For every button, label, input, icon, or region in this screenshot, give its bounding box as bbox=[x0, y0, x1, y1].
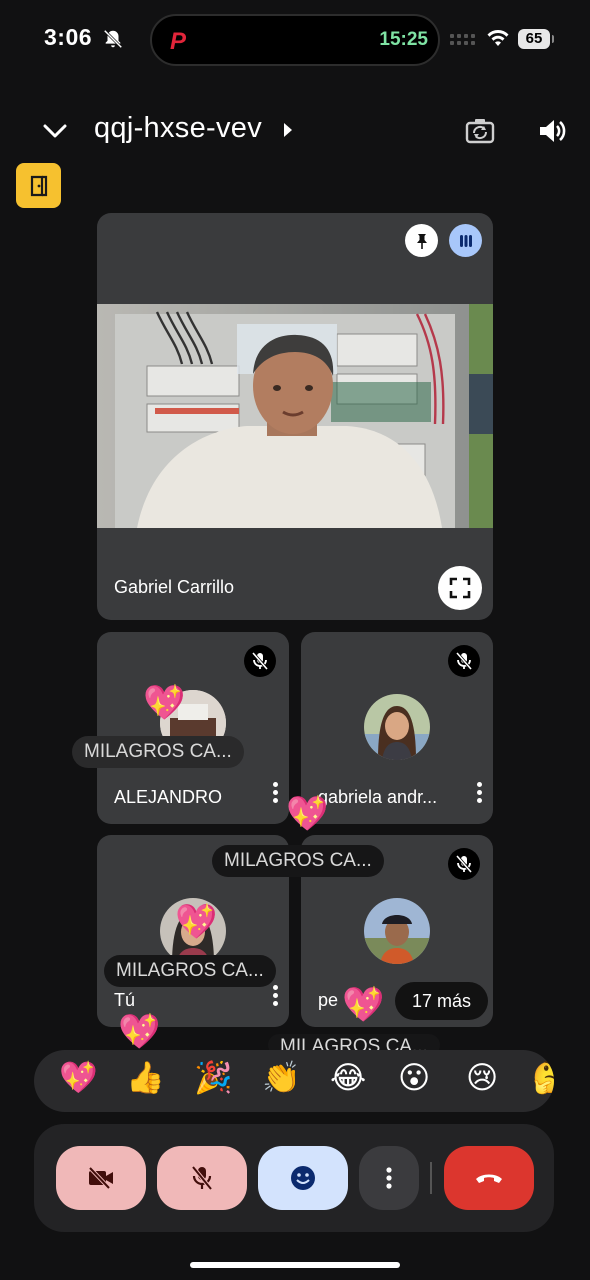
participant-tile[interactable]: ALEJANDRO bbox=[97, 632, 289, 824]
featured-participant-name: Gabriel Carrillo bbox=[114, 577, 235, 597]
island-timer: 15:25 bbox=[379, 29, 428, 50]
participant-video bbox=[97, 304, 493, 528]
hang-up-icon bbox=[476, 1174, 502, 1183]
end-call-button[interactable] bbox=[444, 1146, 534, 1210]
reaction-clapping[interactable]: 👏 bbox=[262, 1062, 301, 1093]
participant-name: gabriela andr... bbox=[318, 787, 438, 807]
reaction-party-popper[interactable]: 🎉 bbox=[194, 1062, 233, 1093]
wifi-icon bbox=[487, 30, 509, 46]
reaction-thinking[interactable]: 🤔 bbox=[532, 1062, 554, 1093]
dynamic-island[interactable]: P 15:25 bbox=[150, 14, 440, 66]
chevron-down-icon[interactable] bbox=[40, 118, 70, 144]
controls-divider bbox=[430, 1162, 432, 1194]
participant-menu-icon[interactable] bbox=[477, 782, 483, 806]
sparkling-heart-reaction: 💖 bbox=[175, 903, 218, 941]
camera-toggle-button[interactable] bbox=[56, 1146, 146, 1210]
fullscreen-button[interactable] bbox=[438, 566, 482, 610]
reaction-laughing[interactable]: 😂 bbox=[330, 1062, 366, 1093]
audio-level-indicator bbox=[449, 224, 482, 257]
mic-off-icon bbox=[455, 652, 473, 670]
speaker-icon[interactable] bbox=[536, 116, 568, 146]
battery-indicator: 65 bbox=[518, 29, 554, 49]
mic-off-indicator bbox=[448, 645, 480, 677]
mic-off-indicator bbox=[448, 848, 480, 880]
sparkling-heart-reaction: 💖 bbox=[143, 684, 186, 722]
mic-off-icon bbox=[251, 652, 269, 670]
pin-button[interactable] bbox=[405, 224, 438, 257]
reaction-sparkling-heart[interactable]: 💖 bbox=[59, 1062, 98, 1093]
sparkling-heart-reaction: 💖 bbox=[286, 795, 329, 833]
more-participants-button[interactable]: 17 más bbox=[395, 982, 488, 1020]
cellular-signal-icon bbox=[450, 34, 475, 38]
room-door-button[interactable] bbox=[16, 163, 61, 208]
status-time: 3:06 bbox=[44, 24, 93, 50]
participant-menu-icon[interactable] bbox=[273, 782, 279, 806]
switch-camera-icon[interactable] bbox=[464, 116, 496, 146]
fullscreen-icon bbox=[449, 577, 471, 599]
mic-toggle-button[interactable] bbox=[157, 1146, 247, 1210]
mic-off-indicator bbox=[244, 645, 276, 677]
mic-off-icon bbox=[455, 855, 473, 873]
door-icon bbox=[30, 175, 47, 196]
pin-icon bbox=[416, 233, 427, 249]
call-controls-bar bbox=[34, 1124, 554, 1232]
participant-avatar bbox=[364, 694, 430, 760]
participant-tile[interactable]: gabriela andr... bbox=[301, 632, 493, 824]
meeting-title[interactable]: qqj-hxse-vev bbox=[94, 112, 262, 145]
participant-menu-icon[interactable] bbox=[273, 985, 279, 1009]
bell-muted-icon bbox=[103, 29, 123, 49]
reaction-sender-label: MILAGROS CA... bbox=[212, 845, 384, 877]
home-indicator[interactable] bbox=[190, 1262, 400, 1268]
mic-off-icon bbox=[191, 1165, 213, 1191]
reaction-picker-bar[interactable]: 💖 👍 🎉 👏 😂 😮 😢 🤔 bbox=[34, 1050, 554, 1112]
reaction-thumbs-up[interactable]: 👍 bbox=[126, 1062, 165, 1093]
participant-name: ALEJANDRO bbox=[114, 787, 223, 807]
emoji-smile-icon bbox=[291, 1166, 315, 1190]
reaction-crying[interactable]: 😢 bbox=[466, 1062, 498, 1093]
more-options-button[interactable] bbox=[359, 1146, 419, 1210]
camera-off-icon bbox=[88, 1166, 113, 1190]
sparkling-heart-reaction: 💖 bbox=[342, 986, 385, 1024]
reaction-surprised[interactable]: 😮 bbox=[398, 1062, 430, 1093]
reaction-sender-label: MILAGROS CA... bbox=[72, 736, 244, 768]
reactions-button[interactable] bbox=[258, 1146, 348, 1210]
caret-right-icon[interactable] bbox=[284, 123, 292, 137]
more-vert-icon bbox=[386, 1167, 392, 1189]
participant-avatar bbox=[364, 898, 430, 964]
sparkling-heart-reaction: 💖 bbox=[118, 1013, 161, 1051]
audio-bars-icon bbox=[459, 234, 472, 247]
featured-participant-tile[interactable]: Gabriel Carrillo bbox=[97, 213, 493, 620]
participant-name: pe bbox=[318, 990, 339, 1010]
reaction-sender-label: MILAGROS CA... bbox=[104, 955, 276, 987]
participant-name: Tú bbox=[114, 990, 136, 1010]
app-logo-icon: P bbox=[170, 28, 187, 55]
